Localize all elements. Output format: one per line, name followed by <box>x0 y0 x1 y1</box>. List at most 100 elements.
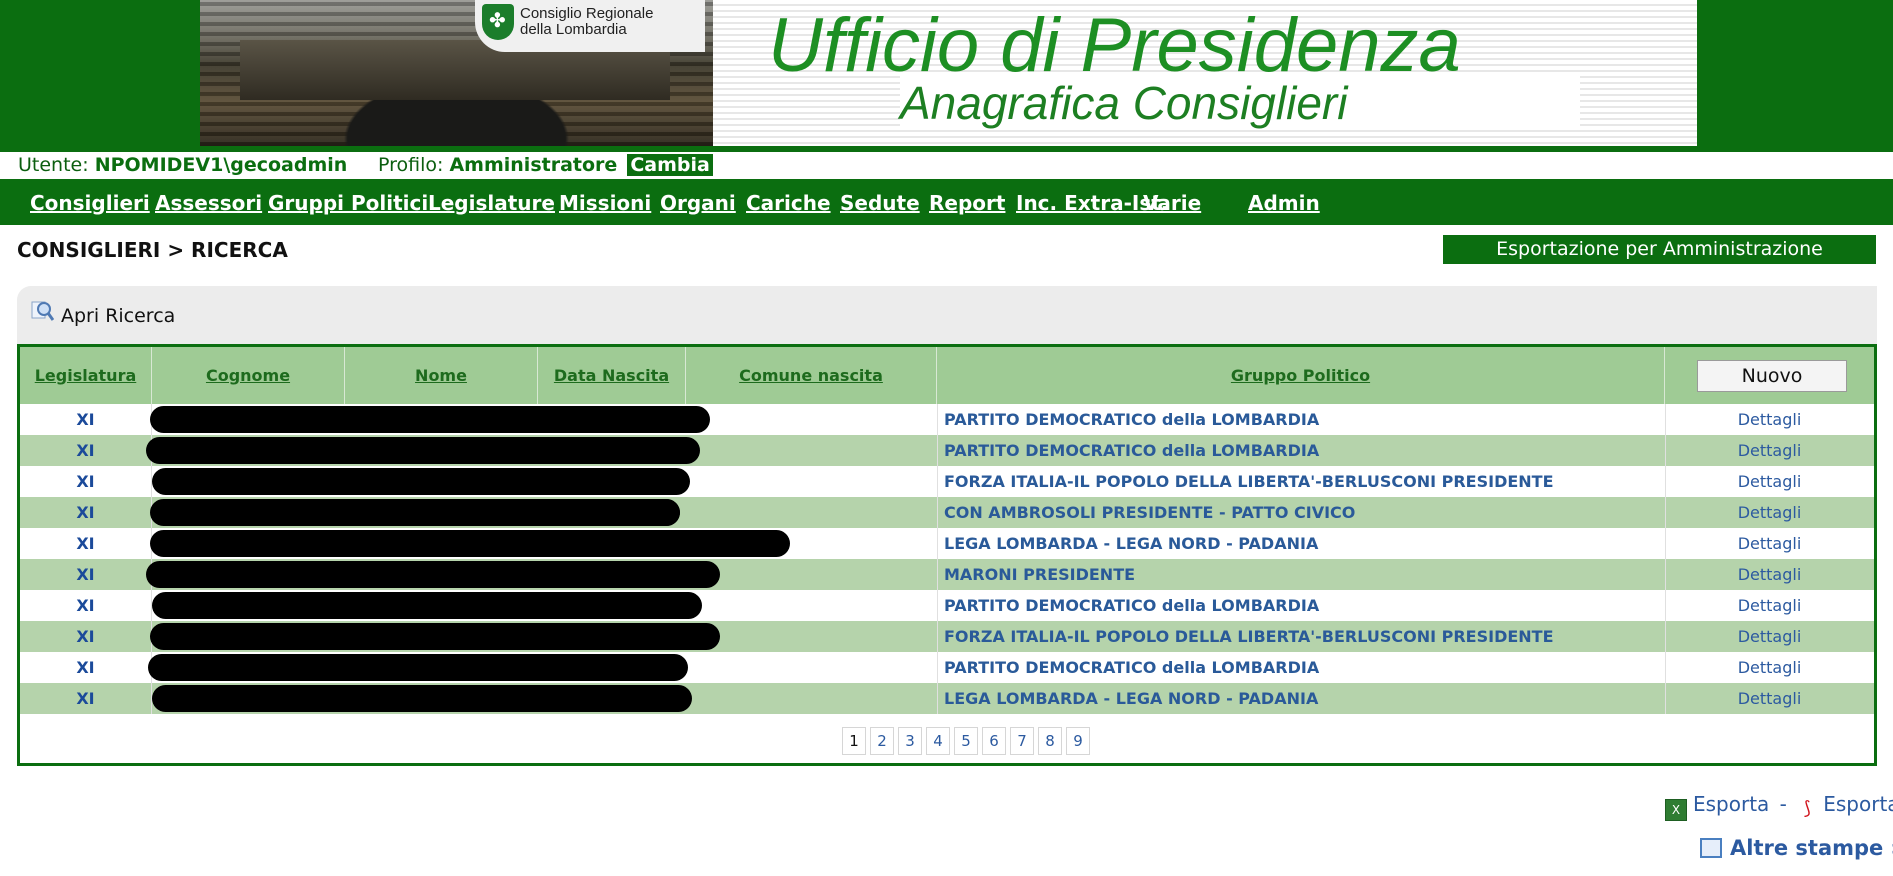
cell-gruppo-politico: PARTITO DEMOCRATICO della LOMBARDIA <box>944 410 1320 429</box>
user-bar: Utente: NPOMIDEV1\gecoadmin Profilo: Amm… <box>0 150 1893 181</box>
profile-value: Amministratore <box>449 154 618 176</box>
col-divider <box>937 683 938 714</box>
profile-info: Profilo: Amministratore Cambia <box>378 152 713 179</box>
nav-report[interactable]: Report <box>929 191 1005 215</box>
redaction-mark <box>580 499 680 526</box>
banner: Consiglio Regionale della Lombardia Uffi… <box>0 0 1893 150</box>
page-2[interactable]: 2 <box>870 727 894 755</box>
col-comune-nascita[interactable]: Comune nascita <box>686 347 937 404</box>
results-table: Legislatura Cognome Nome Data Nascita Co… <box>17 344 1877 766</box>
change-profile-button[interactable]: Cambia <box>627 154 713 176</box>
cell-legislatura: XI <box>76 658 95 677</box>
table-row: XI FORZA ITALIA-IL POPOLO DELLA LIBERTA'-… <box>20 621 1874 652</box>
nav-gruppi-politici[interactable]: Gruppi Politici <box>268 191 428 215</box>
new-button[interactable]: Nuovo <box>1697 360 1847 392</box>
profile-label: Profilo: <box>378 154 444 176</box>
details-link[interactable]: Dettagli <box>1665 466 1874 497</box>
cell-gruppo-politico: LEGA LOMBARDA - LEGA NORD - PADANIA <box>944 534 1319 553</box>
excel-icon: X <box>1665 799 1687 821</box>
export-links: X Esporta - ⟆ Esporta <box>1665 792 1893 821</box>
banner-subtitle: Anagrafica Consiglieri <box>900 76 1580 130</box>
more-prints-label: Altre stampe » <box>1730 836 1893 860</box>
cell-legislatura: XI <box>76 689 95 708</box>
redaction-mark <box>560 468 690 495</box>
nav-assessori[interactable]: Assessori <box>155 191 262 215</box>
cell-gruppo-politico: LEGA LOMBARDA - LEGA NORD - PADANIA <box>944 689 1319 708</box>
nav-sedute[interactable]: Sedute <box>840 191 920 215</box>
nav-missioni[interactable]: Missioni <box>559 191 651 215</box>
redaction-mark <box>540 623 720 650</box>
details-link[interactable]: Dettagli <box>1665 404 1874 435</box>
page-8[interactable]: 8 <box>1038 727 1062 755</box>
export-pdf-label: Esporta <box>1823 792 1893 816</box>
details-link[interactable]: Dettagli <box>1665 683 1874 714</box>
nav-cariche[interactable]: Cariche <box>746 191 831 215</box>
cell-gruppo-politico: PARTITO DEMOCRATICO della LOMBARDIA <box>944 658 1320 677</box>
cell-legislatura: XI <box>76 596 95 615</box>
col-divider <box>937 528 938 559</box>
col-legislatura[interactable]: Legislatura <box>20 347 152 404</box>
regione-lombardia-logo-icon <box>482 4 514 40</box>
table-row: XI CON AMBROSOLI PRESIDENTE - PATTO CIVIC… <box>20 497 1874 528</box>
col-data-nascita[interactable]: Data Nascita <box>538 347 686 404</box>
details-link[interactable]: Dettagli <box>1665 497 1874 528</box>
export-xls-label: Esporta <box>1693 792 1770 816</box>
details-link[interactable]: Dettagli <box>1665 652 1874 683</box>
details-link[interactable]: Dettagli <box>1665 435 1874 466</box>
details-link[interactable]: Dettagli <box>1665 528 1874 559</box>
redaction-mark <box>450 437 700 464</box>
cell-gruppo-politico: PARTITO DEMOCRATICO della LOMBARDIA <box>944 441 1320 460</box>
page-5[interactable]: 5 <box>954 727 978 755</box>
col-divider <box>937 559 938 590</box>
cell-gruppo-politico: CON AMBROSOLI PRESIDENTE - PATTO CIVICO <box>944 503 1356 522</box>
open-search-link[interactable]: Apri Ricerca <box>61 305 175 327</box>
col-gruppo-politico[interactable]: Gruppo Politico <box>937 347 1665 404</box>
nav-consiglieri[interactable]: Consiglieri <box>30 191 150 215</box>
export-separator: - <box>1779 792 1787 816</box>
page-9[interactable]: 9 <box>1066 727 1090 755</box>
banner-image: Consiglio Regionale della Lombardia Uffi… <box>200 0 1697 146</box>
pdf-icon: ⟆ <box>1803 798 1811 819</box>
page-6[interactable]: 6 <box>982 727 1006 755</box>
print-icon <box>1700 838 1722 858</box>
search-icon[interactable] <box>30 299 54 323</box>
col-cognome[interactable]: Cognome <box>152 347 345 404</box>
logo-line-2: della Lombardia <box>520 21 627 38</box>
cell-legislatura: XI <box>76 472 95 491</box>
nav-varie[interactable]: Varie <box>1143 191 1201 215</box>
redaction-mark <box>560 530 790 557</box>
search-panel: Apri Ricerca <box>17 286 1877 344</box>
redaction-mark <box>520 654 680 681</box>
col-nome[interactable]: Nome <box>345 347 538 404</box>
export-xls-link[interactable]: X Esporta <box>1665 792 1770 821</box>
more-prints-link[interactable]: Altre stampe » <box>1700 836 1893 860</box>
col-divider <box>937 497 938 528</box>
page-3[interactable]: 3 <box>898 727 922 755</box>
page-4[interactable]: 4 <box>926 727 950 755</box>
page-1[interactable]: 1 <box>842 727 866 755</box>
cell-gruppo-politico: FORZA ITALIA-IL POPOLO DELLA LIBERTA'-BE… <box>944 472 1554 491</box>
details-link[interactable]: Dettagli <box>1665 590 1874 621</box>
nav-legislature[interactable]: Legislature <box>428 191 555 215</box>
user-info: Utente: NPOMIDEV1\gecoadmin <box>18 152 347 179</box>
details-link[interactable]: Dettagli <box>1665 559 1874 590</box>
col-divider <box>937 466 938 497</box>
logo-line-1: Consiglio Regionale <box>520 5 654 22</box>
table-row: XI LEGA LOMBARDA - LEGA NORD - PADANIA Det… <box>20 683 1874 714</box>
details-link[interactable]: Dettagli <box>1665 621 1874 652</box>
cell-legislatura: XI <box>76 441 95 460</box>
col-divider <box>937 590 938 621</box>
table-row: XI PARTITO DEMOCRATICO della LOMBARDIA Det… <box>20 652 1874 683</box>
page-7[interactable]: 7 <box>1010 727 1034 755</box>
cell-legislatura: XI <box>76 565 95 584</box>
nav-organi[interactable]: Organi <box>660 191 736 215</box>
table-row: XI MARONI PRESIDENTE Dettagli <box>20 559 1874 590</box>
col-divider <box>937 404 938 435</box>
export-pdf-link[interactable]: ⟆ Esporta <box>1797 792 1893 819</box>
export-trasparente-button[interactable]: Esportazione per Amministrazione Traspar… <box>1443 235 1876 289</box>
cell-legislatura: XI <box>76 503 95 522</box>
nav-admin[interactable]: Admin <box>1248 191 1320 215</box>
table-header: Legislatura Cognome Nome Data Nascita Co… <box>20 347 1874 404</box>
cell-gruppo-politico: MARONI PRESIDENTE <box>944 565 1136 584</box>
table-row: XI FORZA ITALIA-IL POPOLO DELLA LIBERTA'-… <box>20 466 1874 497</box>
